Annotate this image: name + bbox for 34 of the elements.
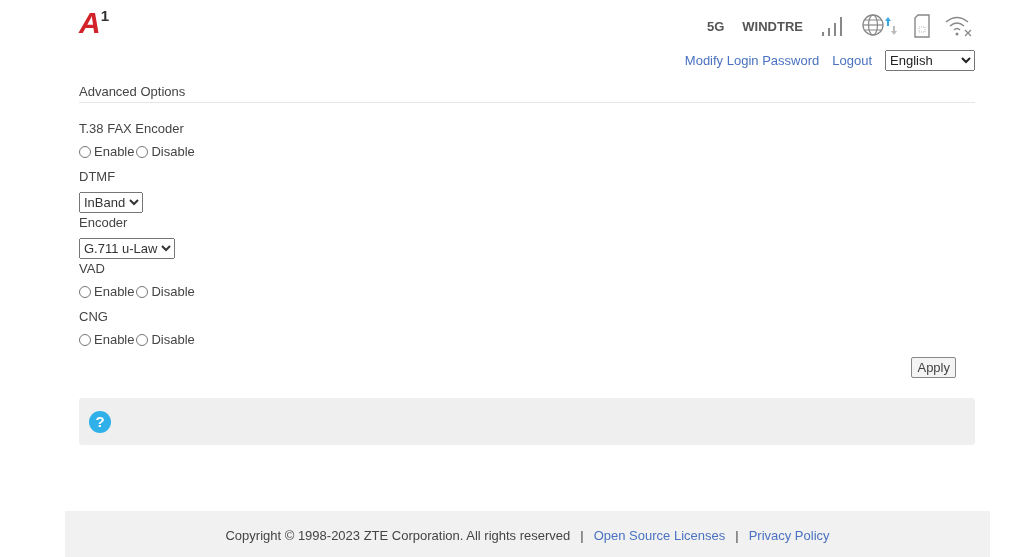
radio-button[interactable]: [79, 146, 91, 158]
dropdown[interactable]: InBand: [79, 192, 143, 213]
globe-icon: [861, 13, 899, 39]
radio-button[interactable]: [136, 334, 149, 346]
carrier-name: WINDTRE: [742, 18, 803, 34]
radio-label: Disable: [151, 332, 195, 348]
sim-card-icon: [913, 14, 931, 38]
radio-button[interactable]: [79, 286, 91, 298]
footer-link[interactable]: Open Source Licenses: [593, 527, 726, 543]
radio-label: Disable: [151, 144, 195, 160]
header-link[interactable]: Logout: [832, 53, 872, 68]
footer-link[interactable]: Privacy Policy: [748, 527, 830, 543]
separator: |: [735, 527, 739, 543]
apply-button[interactable]: Apply: [911, 357, 956, 378]
radio-button[interactable]: [79, 334, 91, 346]
field-label: DTMF: [79, 169, 117, 185]
separator: |: [580, 527, 584, 543]
radio-label: Enable: [94, 284, 135, 300]
section-title: Advanced Options: [79, 78, 975, 103]
radio-label: Enable: [94, 144, 135, 160]
radio-button[interactable]: [136, 286, 149, 298]
header-link[interactable]: Modify Login Password: [684, 53, 820, 68]
language-select[interactable]: English: [885, 50, 975, 71]
radio-label: Disable: [151, 284, 195, 300]
field-label: T.38 FAX Encoder: [79, 121, 185, 137]
field-label: Encoder: [79, 215, 129, 231]
field-label: CNG: [79, 309, 109, 325]
field-label: VAD: [79, 261, 106, 277]
radio-button[interactable]: [136, 146, 149, 158]
copyright-text: Copyright © 1998-2023 ZTE Corporation. All rights reserved: [225, 527, 571, 543]
wifi-off-icon: [945, 15, 973, 37]
network-type: 5G: [707, 18, 725, 34]
dropdown[interactable]: G.711 u-Law: [79, 238, 175, 259]
radio-label: Enable: [94, 332, 135, 348]
